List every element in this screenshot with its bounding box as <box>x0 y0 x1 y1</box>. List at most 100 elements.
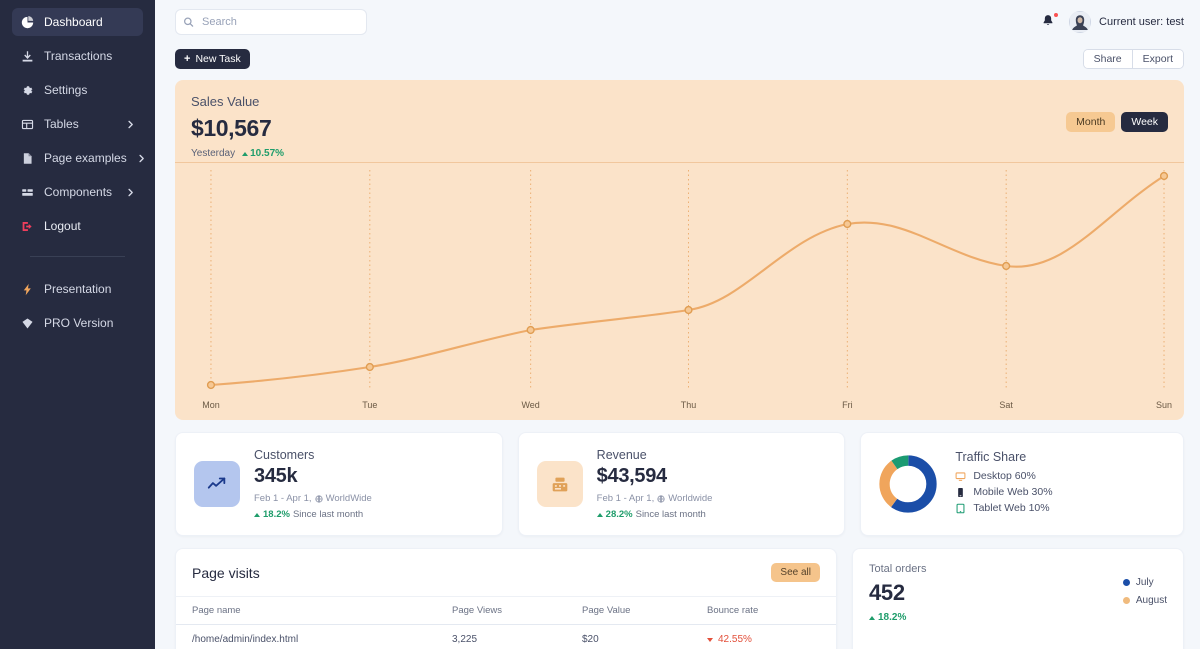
bolt-icon <box>20 282 34 296</box>
total-orders-delta-value: 18.2% <box>878 612 907 623</box>
sidebar-item-logout[interactable]: Logout <box>12 212 143 240</box>
sidebar-item-presentation[interactable]: Presentation <box>12 275 143 303</box>
chart-x-label: Tue <box>362 400 377 410</box>
bounce-rate-value: 42.55% <box>718 634 752 645</box>
sales-chart-svg: Mon Tue Wed Thu Fri Sat Sun <box>202 170 1172 410</box>
chart-line-icon <box>194 461 240 507</box>
cell-page-views: 3,225 <box>436 624 566 649</box>
search-field-wrapper <box>175 9 367 35</box>
sales-value-amount: $10,567 <box>191 115 272 141</box>
sidebar-item-label: Transactions <box>44 49 113 63</box>
sales-period-label: Yesterday <box>191 148 236 159</box>
traffic-item-label: Desktop 60% <box>973 470 1036 482</box>
revenue-date-range: Feb 1 - Apr 1, <box>596 493 655 504</box>
revenue-delta: 28.2% Since last month <box>596 509 827 520</box>
customers-body: Customers 345k Feb 1 - Apr 1, WorldWide … <box>254 448 484 520</box>
search-input[interactable] <box>175 9 367 35</box>
traffic-share-body: Traffic Share Desktop 60% Mobile Web 30% <box>955 450 1052 518</box>
see-all-button[interactable]: See all <box>771 563 820 582</box>
sales-change-value: 10.57% <box>250 148 285 159</box>
sidebar: Dashboard Transactions Settings Tables P… <box>0 0 155 649</box>
pie-chart-icon <box>20 15 34 29</box>
sidebar-item-label: Logout <box>44 219 81 233</box>
legend-item-july: July <box>1122 577 1167 588</box>
period-toggle-group: Month Week <box>1066 112 1168 132</box>
revenue-card: Revenue $43,594 Feb 1 - Apr 1, Worldwide… <box>517 432 846 536</box>
toggle-month-button[interactable]: Month <box>1066 112 1116 132</box>
total-orders-card: Total orders 452 18.2% July August <box>852 548 1184 649</box>
traffic-item-label: Tablet Web 10% <box>973 502 1050 514</box>
traffic-item-desktop: Desktop 60% <box>955 470 1052 482</box>
column-header-page-views: Page Views <box>436 596 566 625</box>
sidebar-item-settings[interactable]: Settings <box>12 76 143 104</box>
revenue-delta-suffix: Since last month <box>635 509 706 520</box>
revenue-range: Feb 1 - Apr 1, Worldwide <box>597 493 827 504</box>
total-orders-label: Total orders <box>869 563 927 575</box>
column-header-page-name: Page name <box>176 596 436 625</box>
sales-change: 10.57% <box>242 148 284 159</box>
main-content: Current user: test + New Task Share Expo… <box>155 0 1200 649</box>
share-export-group: Share Export <box>1082 49 1184 69</box>
user-menu[interactable]: Current user: test <box>1069 11 1184 33</box>
globe-icon <box>314 494 323 503</box>
bounce-rate-wrapper: 42.55% <box>707 634 820 645</box>
sidebar-item-tables[interactable]: Tables <box>12 110 143 138</box>
sidebar-item-transactions[interactable]: Transactions <box>12 42 143 70</box>
file-icon <box>20 151 34 165</box>
traffic-item-tablet: Tablet Web 10% <box>955 502 1052 514</box>
new-task-button[interactable]: + New Task <box>175 49 250 69</box>
sidebar-item-label: Tables <box>44 117 79 131</box>
toggle-week-button[interactable]: Week <box>1121 112 1168 132</box>
column-header-page-value: Page Value <box>566 596 691 625</box>
notifications-button[interactable] <box>1041 12 1060 30</box>
sidebar-item-label: Dashboard <box>44 15 103 29</box>
customers-delta-suffix: Since last month <box>292 509 364 520</box>
chart-x-label: Fri <box>842 400 852 410</box>
revenue-value: $43,594 <box>596 465 668 487</box>
chart-data-points <box>206 171 1169 390</box>
chart-gridlines <box>210 170 1165 390</box>
sidebar-divider <box>30 256 125 257</box>
sales-value-card: Sales Value $10,567 Yesterday 10.57% Mon… <box>175 80 1184 420</box>
sidebar-item-dashboard[interactable]: Dashboard <box>12 8 143 36</box>
sales-value-title: Sales Value <box>191 94 260 109</box>
sidebar-item-label: Presentation <box>44 282 112 296</box>
bottom-row: Page visits See all Page name Page Views… <box>175 548 1184 649</box>
chevron-right-icon <box>137 154 146 163</box>
export-button[interactable]: Export <box>1131 50 1183 68</box>
sales-value-subtitle: Yesterday 10.57% <box>191 148 1168 159</box>
table-row[interactable]: /home/admin/index.html 3,225 $20 42.55% <box>176 624 836 649</box>
page-visits-table: Page name Page Views Page Value Bounce r… <box>176 596 836 649</box>
table-icon <box>20 117 34 131</box>
chevron-right-icon <box>126 120 135 129</box>
sidebar-item-components[interactable]: Components <box>12 178 143 206</box>
components-icon <box>20 185 34 199</box>
avatar <box>1069 11 1092 33</box>
customers-delta: 18.2% Since last month <box>254 509 484 520</box>
chart-x-labels: Mon Tue Wed Thu Fri Sat Sun <box>202 400 1172 410</box>
cell-bounce-rate: 42.55% <box>691 624 836 649</box>
caret-up-icon <box>242 151 249 156</box>
traffic-item-mobile: Mobile Web 30% <box>955 486 1053 498</box>
topbar: Current user: test <box>155 0 1200 44</box>
customers-card: Customers 345k Feb 1 - Apr 1, WorldWide … <box>175 432 503 536</box>
caret-down-icon <box>707 637 713 642</box>
traffic-share-donut <box>877 453 939 515</box>
sidebar-item-page-examples[interactable]: Page examples <box>12 144 146 172</box>
customers-delta-value: 18.2% <box>263 509 290 520</box>
customers-date-range: Feb 1 - Apr 1, <box>254 493 312 504</box>
sidebar-item-pro-version[interactable]: PRO Version <box>12 309 143 337</box>
topbar-right: Current user: test <box>1041 11 1184 33</box>
traffic-share-title: Traffic Share <box>955 450 1027 464</box>
chart-x-label: Thu <box>681 400 696 410</box>
donut-chart-svg <box>879 455 937 513</box>
share-button[interactable]: Share <box>1083 50 1132 68</box>
legend-dot <box>1122 597 1130 604</box>
revenue-delta-value: 28.2% <box>605 509 633 520</box>
desktop-icon <box>955 471 966 482</box>
cell-page-name: /home/admin/index.html <box>176 624 436 649</box>
chart-line-series <box>209 174 1166 387</box>
traffic-share-card: Traffic Share Desktop 60% Mobile Web 30% <box>860 432 1185 536</box>
table-header-row: Page name Page Views Page Value Bounce r… <box>176 596 836 625</box>
caret-up-icon <box>596 512 603 517</box>
